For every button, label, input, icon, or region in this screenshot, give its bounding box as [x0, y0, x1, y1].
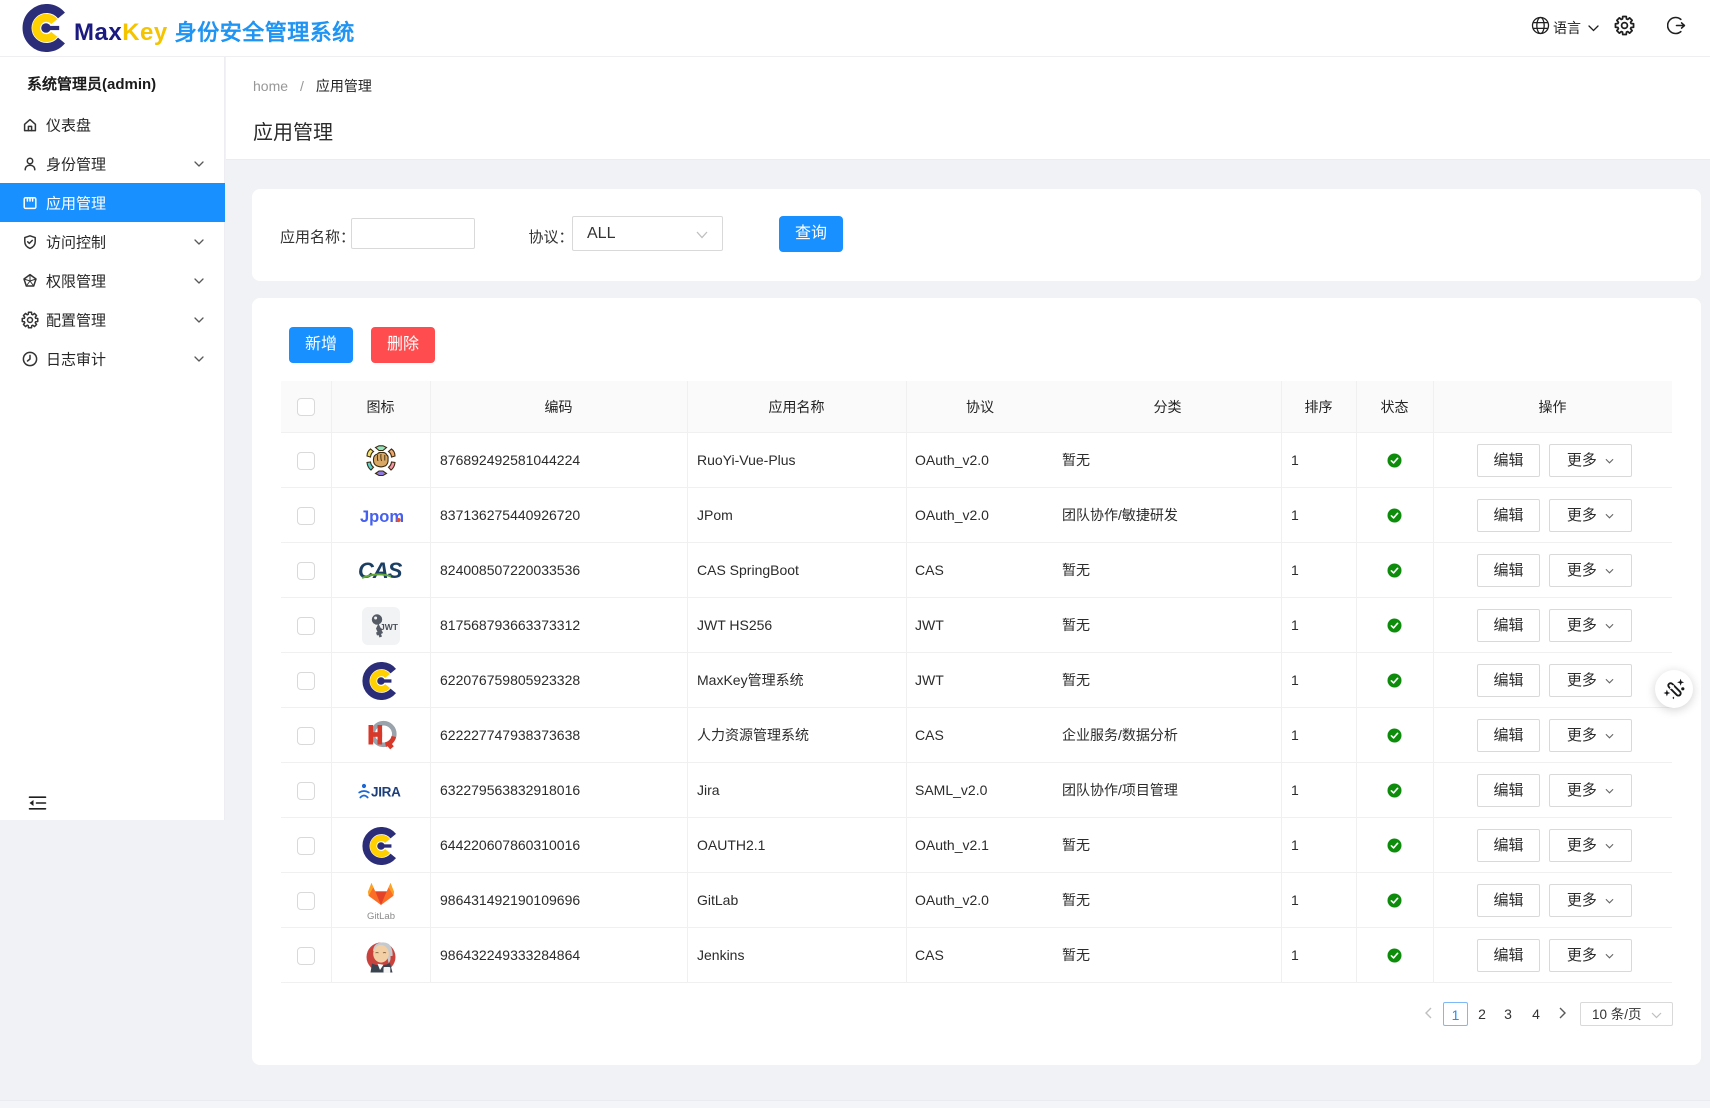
svg-text:JWT: JWT [380, 622, 399, 632]
svg-text:CAS: CAS [358, 558, 403, 583]
svg-text:Jpom: Jpom [360, 508, 403, 526]
svg-text:GitLab: GitLab [367, 911, 395, 922]
svg-text:JIRA: JIRA [371, 784, 401, 799]
